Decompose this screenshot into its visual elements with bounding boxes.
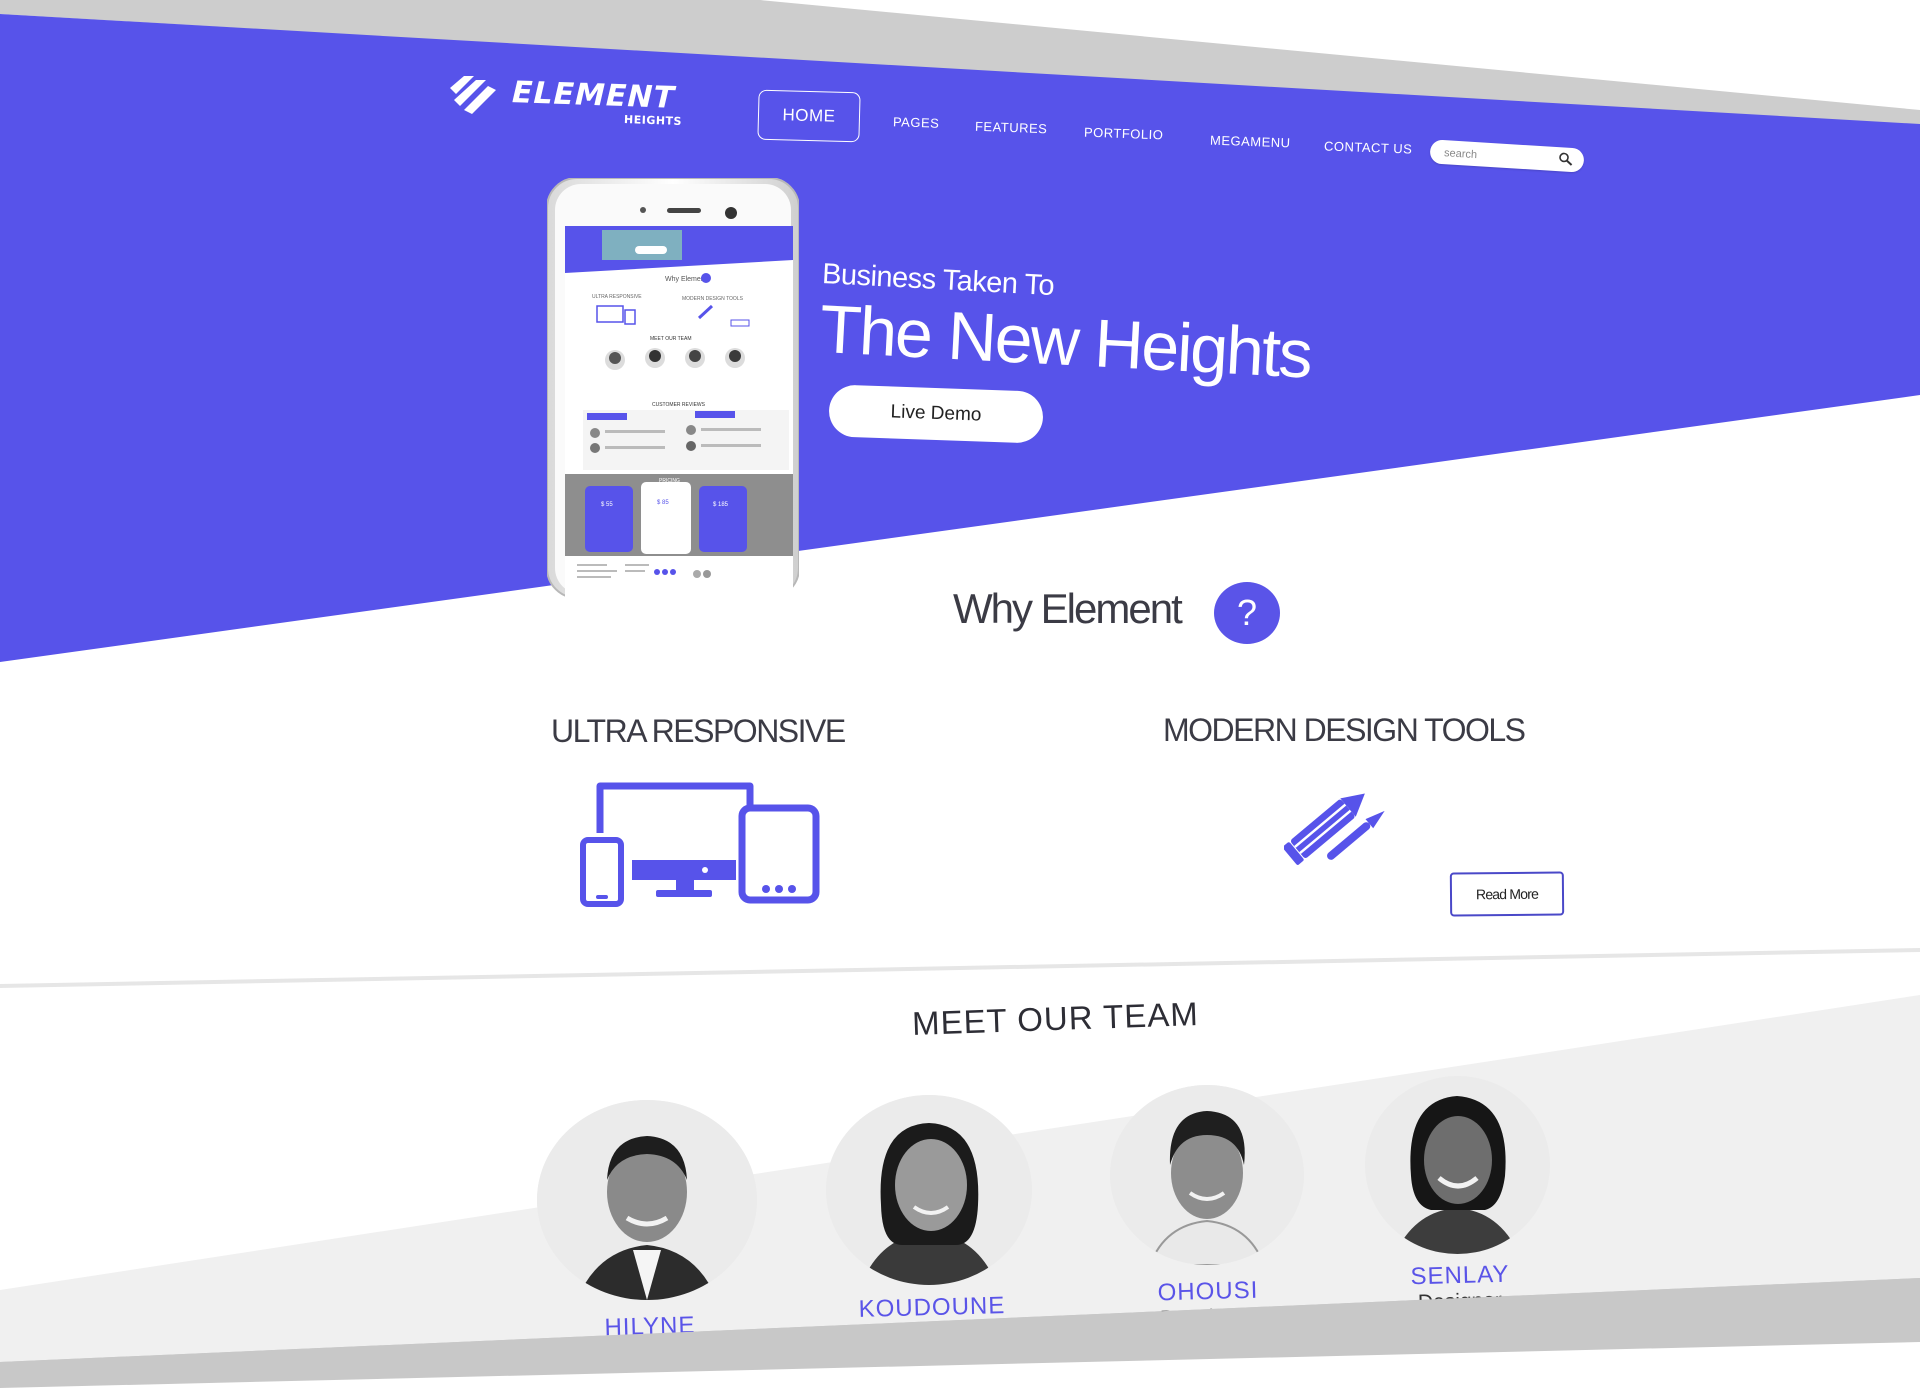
phone-mockup: Why Element ULTRA RESPONSIVE MODERN DESI…	[547, 178, 799, 598]
why-element-title: Why Element	[953, 585, 1183, 632]
nav-item-features[interactable]: FEATURES	[975, 119, 1048, 137]
live-demo-button[interactable]: Live Demo	[828, 384, 1044, 444]
svg-text:ULTRA RESPONSIVE: ULTRA RESPONSIVE	[592, 294, 642, 300]
svg-text:$ 185: $ 185	[713, 502, 729, 508]
pencil-brush-icon	[1284, 793, 1385, 865]
brand-logo[interactable]: ELEMENT HEIGHTS	[450, 70, 690, 140]
feature-title-design-tools: MODERN DESIGN TOOLS	[1163, 712, 1526, 748]
member-photo	[537, 1100, 757, 1300]
svg-text:Why Element: Why Element	[665, 276, 707, 283]
read-more-button[interactable]: Read More	[1449, 871, 1565, 917]
member-photo	[826, 1095, 1032, 1285]
avatar	[537, 1100, 757, 1300]
search-icon[interactable]	[1557, 151, 1574, 168]
svg-text:$ 55: $ 55	[601, 502, 613, 508]
avatar	[1110, 1085, 1304, 1265]
nav-item-portfolio[interactable]: PORTFOLIO	[1084, 125, 1164, 143]
svg-text:$ 85: $ 85	[657, 500, 669, 506]
avatar	[826, 1095, 1032, 1285]
avatar	[1365, 1076, 1550, 1254]
logo-stripes-icon	[450, 76, 496, 114]
nav-item-megamenu[interactable]: MEGAMENU	[1210, 133, 1291, 151]
responsive-devices-icon	[580, 782, 820, 907]
question-badge: ?	[1214, 582, 1280, 644]
nav-item-pages[interactable]: PAGES	[893, 114, 940, 131]
nav-item-home[interactable]: HOME	[757, 89, 861, 143]
logo-subtitle: HEIGHTS	[623, 112, 683, 129]
member-name: KOUDOUNE	[858, 1292, 1006, 1323]
member-name: HILYNE	[604, 1311, 696, 1342]
feature-title-responsive: ULTRA RESPONSIVE	[551, 713, 846, 749]
page-canvas: ELEMENT HEIGHTS HOME PAGES FEATURES PORT…	[0, 0, 1920, 1400]
member-photo	[1365, 1076, 1550, 1254]
nav-item-contact-us[interactable]: CONTACT US	[1324, 138, 1413, 156]
svg-text:MODERN DESIGN TOOLS: MODERN DESIGN TOOLS	[682, 296, 744, 302]
logo-wordmark: ELEMENT	[511, 75, 676, 116]
member-photo	[1110, 1085, 1304, 1265]
svg-text:MEET OUR TEAM: MEET OUR TEAM	[650, 336, 692, 342]
svg-text:CUSTOMER REVIEWS: CUSTOMER REVIEWS	[652, 402, 706, 408]
